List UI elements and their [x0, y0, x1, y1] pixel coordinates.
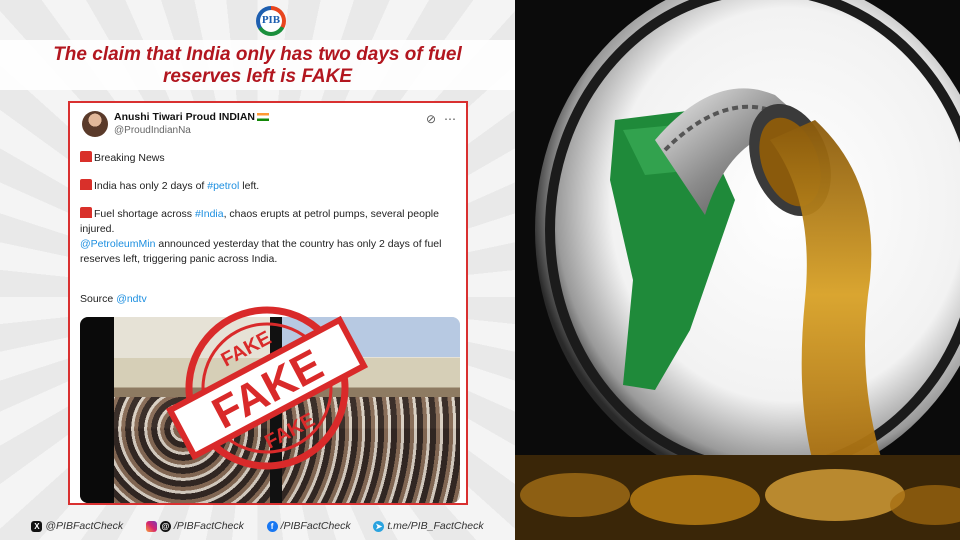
footer-facebook[interactable]: f/PIBFactCheck — [266, 520, 351, 532]
hashtag-india: #India — [194, 208, 224, 220]
avatar — [82, 111, 108, 137]
siren-icon — [80, 179, 92, 190]
tweet-display-name: Anushi Tiwari Proud INDIAN — [114, 111, 269, 123]
fake-stamp: FAKE FAKE FAKE — [165, 306, 369, 470]
tweet-body: Breaking News India has only 2 days of #… — [80, 151, 460, 280]
india-flag-icon — [256, 113, 269, 122]
fuel-nozzle-illustration — [515, 0, 960, 540]
social-footer: X @PIBFactCheck @/PIBFactCheck f/PIBFactC… — [0, 512, 515, 540]
tweet-handle: @ProudIndianNa — [114, 125, 191, 136]
tweet-actions: ⊘ ⋯ — [418, 112, 456, 126]
telegram-icon: ➤ — [373, 520, 385, 532]
tweet-line-1: Breaking News — [80, 151, 460, 166]
headline: The claim that India only has two days o… — [53, 44, 462, 87]
threads-icon: @ — [159, 520, 171, 532]
grok-icon: ⊘ — [425, 112, 436, 126]
x-icon: X — [31, 520, 43, 532]
instagram-icon — [145, 520, 157, 532]
tweet-line-3: Fuel shortage across #India, chaos erupt… — [80, 207, 439, 235]
tweet-line-2: India has only 2 days of #petrol left. — [80, 179, 460, 194]
tweet-line-4: @PetroleumMin announced yesterday that t… — [80, 238, 442, 265]
mention-petroleummin: @PetroleumMin — [80, 238, 156, 250]
footer-x[interactable]: X @PIBFactCheck — [31, 520, 123, 532]
footer-telegram[interactable]: ➤ t.me/PIB_FactCheck — [373, 520, 484, 532]
siren-icon — [80, 207, 92, 218]
more-icon: ⋯ — [444, 112, 456, 126]
factcheck-panel: PIB The claim that India only has two da… — [0, 0, 515, 540]
footer-instagram[interactable]: @/PIBFactCheck — [145, 520, 244, 532]
facebook-icon: f — [266, 520, 278, 532]
tweet-source: Source @ndtv — [80, 293, 147, 305]
siren-icon — [80, 151, 92, 162]
pib-logo: PIB — [256, 6, 286, 36]
mention-ndtv: @ndtv — [116, 293, 147, 305]
fuel-nozzle-image — [515, 0, 960, 540]
hashtag-petrol: #petrol — [207, 180, 240, 192]
